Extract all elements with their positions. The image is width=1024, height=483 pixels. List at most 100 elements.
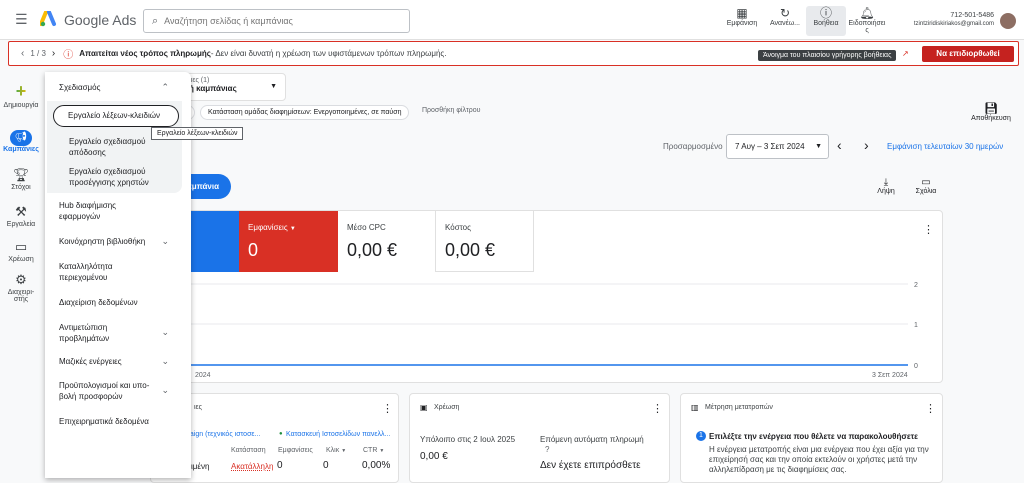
rail-tools-label: Εργαλεία	[6, 221, 36, 228]
notifications-label: Ειδοποιήσει ς	[848, 20, 886, 34]
adgroup-name-link[interactable]: Κατασκευή Ιστοσελίδων πανελλ...	[286, 431, 390, 438]
business-data-label: Επιχειρηματικά δεδομένα	[59, 417, 149, 426]
appearance-button[interactable]: ▦ Εμφάνιση	[722, 6, 762, 36]
refresh-button[interactable]: ↻ Ανανέω...	[765, 6, 805, 36]
rail-goals-label: Στόχοι	[11, 184, 31, 191]
budgets-item[interactable]: Προϋπολογισμοί και υπο- βολή προσφορών ⌄	[45, 380, 191, 402]
performance-planner-item[interactable]: Εργαλείο σχεδιασμού απόδοσης	[55, 136, 165, 158]
rail-billing-label: Χρέωση	[8, 256, 34, 263]
troubleshooting-item[interactable]: Αντιμετώπιση προβλημάτων ⌄	[45, 322, 191, 344]
menu-icon[interactable]: ☰	[15, 11, 28, 28]
gear-icon: ⚙	[15, 272, 27, 287]
rail-admin-label: Διαχειρι- στής	[7, 289, 35, 303]
campaigns-more-icon[interactable]: ⋮	[382, 402, 393, 415]
performance-chart: 2 1 0 2024 3 Σεπ 2024	[151, 282, 918, 379]
filter-bar: Κατάσταση ομάδας διαφημίσεων: Ενεργοποιη…	[185, 104, 1011, 122]
shared-library-item[interactable]: Κοινόχρηστη βιβλιοθήκη ⌄	[45, 236, 191, 247]
metric-dropdown-icon: ▼	[289, 226, 296, 232]
rail-campaigns-label: Καμπάνιες	[3, 146, 39, 153]
row-impressions: 0	[277, 460, 283, 471]
last-30-days-link[interactable]: Εμφάνιση τελευταίων 30 ημερών	[887, 142, 1003, 151]
alert-counter: 1 / 3	[30, 49, 46, 58]
info-icon[interactable]: ?	[545, 445, 549, 454]
filter-chip-status[interactable]: Κατάσταση ομάδας διαφημίσεων: Ενεργοποιη…	[200, 105, 410, 120]
rail-campaigns[interactable]: 📢︎ Καμπάνιες	[0, 130, 42, 153]
chevron-down-icon: ⌄	[161, 356, 169, 366]
metric-tile-impressions[interactable]: Εμφανίσεις ▼ 0	[239, 211, 338, 272]
alert-prev-icon[interactable]: ‹	[21, 48, 24, 59]
metric-cpc-value: 0,00 €	[347, 240, 398, 260]
help-button[interactable]: ⓘ Βοήθεια	[806, 6, 846, 36]
left-rail: + Δημιουργία 📢︎ Καμπάνιες 🏆︎ Στόχοι ⚒ Ερ…	[0, 72, 42, 478]
content-suitability-item[interactable]: Καταλληλότητα περιεχομένου	[45, 261, 155, 283]
date-next-icon[interactable]: ›	[864, 137, 869, 153]
search-input[interactable]	[164, 16, 395, 26]
avatar[interactable]	[1000, 13, 1016, 29]
data-manager-item[interactable]: Διαχείριση δεδομένων	[45, 297, 191, 308]
add-filter-link[interactable]: Προσθήκη φίλτρου	[422, 107, 480, 114]
appearance-icon: ▦	[736, 6, 748, 20]
row-state: ιμένη	[191, 462, 210, 471]
data-manager-label: Διαχείριση δεδομένων	[59, 298, 138, 307]
save-button[interactable]: 💾︎ Αποθήκευση	[963, 102, 1019, 122]
account-id: 712-501-5486	[950, 12, 994, 19]
metric-impressions-value: 0	[248, 240, 259, 260]
metric-tile-cpc[interactable]: Μέσο CPC 0,00 €	[338, 211, 436, 272]
billing-icon: ▣	[420, 403, 428, 412]
keyword-tool-item[interactable]: Εργαλείο λέξεων-κλειδιών	[53, 105, 179, 127]
search-box[interactable]: ⌕	[143, 9, 410, 33]
row-status[interactable]: Ακατάλληλη	[231, 462, 273, 471]
date-range-picker[interactable]: 7 Αυγ – 3 Σεπ 2024 ▼	[726, 134, 829, 159]
metric-cpc-label: Μέσο CPC	[347, 223, 386, 232]
date-prev-icon[interactable]: ‹	[837, 137, 842, 153]
alert-next-icon[interactable]: ›	[52, 48, 55, 59]
y-tick-2: 2	[914, 282, 918, 289]
app-hub-label: Hub διαφήμισης εφαρμογών	[59, 201, 117, 221]
card-more-icon[interactable]: ⋮	[923, 223, 934, 236]
bulk-actions-item[interactable]: Μαζικές ενέργειες ⌄	[45, 356, 191, 367]
trophy-icon: 🏆︎	[12, 167, 30, 182]
tools-icon: ⚒	[15, 204, 27, 219]
reach-planner-label: Εργαλείο σχεδιασμού προσέγγισης χρηστών	[69, 167, 149, 187]
alert-title: Απαιτείται νέος τρόπος πληρωμής	[79, 49, 211, 58]
notifications-button[interactable]: 🔔︎ Ειδοποιήσει ς	[846, 6, 888, 36]
keyword-tool-tooltip: Εργαλείο λέξεων-κλειδιών	[151, 127, 244, 140]
sort-icon: ▼	[379, 448, 385, 454]
app-hub-item[interactable]: Hub διαφήμισης εφαρμογών	[45, 200, 155, 222]
billing-more-icon[interactable]: ⋮	[652, 402, 663, 415]
col-ctr[interactable]: CTR ▼	[363, 447, 384, 454]
section-planning[interactable]: Σχεδιασμός ⌃	[45, 82, 191, 93]
rail-goals[interactable]: 🏆︎ Στόχοι	[0, 167, 42, 191]
download-icon: ⤓	[883, 177, 889, 188]
col-clicks[interactable]: Κλικ ▼	[326, 447, 346, 454]
help-label: Βοήθεια	[813, 20, 839, 27]
chevron-down-icon: ⌄	[161, 385, 169, 395]
reach-planner-item[interactable]: Εργαλείο σχεδιασμού προσέγγισης χρηστών	[55, 166, 165, 188]
x-tick-start: 2024	[195, 372, 211, 379]
campaign-name-link[interactable]: paign (τεχνικός ιστοσε...	[186, 431, 260, 438]
rail-billing[interactable]: ▭ Χρέωση	[0, 239, 42, 263]
external-link-icon[interactable]: ↗	[902, 49, 909, 58]
rail-tools[interactable]: ⚒ Εργαλεία	[0, 204, 42, 228]
business-data-item[interactable]: Επιχειρηματικά δεδομένα	[45, 416, 191, 427]
fix-button[interactable]: Να επιδιορθωθεί	[922, 46, 1014, 62]
download-label: Λήψη	[877, 188, 895, 195]
col-status: Κατάσταση	[231, 447, 266, 454]
sort-icon: ▼	[341, 448, 347, 454]
download-button[interactable]: ⤓ Λήψη	[872, 177, 900, 195]
col-impressions[interactable]: Εμφανίσεις	[278, 447, 313, 454]
conversion-body: Η ενέργεια μετατροπής είναι μια ενέργεια…	[709, 445, 929, 474]
conversions-more-icon[interactable]: ⋮	[925, 402, 936, 415]
step-badge: 1	[696, 431, 706, 441]
error-icon: ⓘ	[63, 50, 74, 61]
google-ads-logo-icon[interactable]	[39, 10, 58, 27]
next-payment-value: Δεν έχετε επιπρόσθετε	[540, 460, 641, 471]
help-icon: ⓘ	[819, 6, 832, 20]
comments-button[interactable]: ▭ Σχόλια	[910, 177, 942, 195]
megaphone-icon: 📢︎	[10, 130, 32, 146]
account-info[interactable]: 712-501-5486 tzintziridiskiriakos@gmail.…	[898, 12, 994, 27]
chevron-down-icon: ⌄	[161, 327, 169, 337]
rail-create[interactable]: + Δημιουργία	[0, 81, 42, 109]
metric-tile-cost[interactable]: Κόστος 0,00 €	[436, 211, 534, 272]
rail-admin[interactable]: ⚙ Διαχειρι- στής	[0, 272, 42, 303]
